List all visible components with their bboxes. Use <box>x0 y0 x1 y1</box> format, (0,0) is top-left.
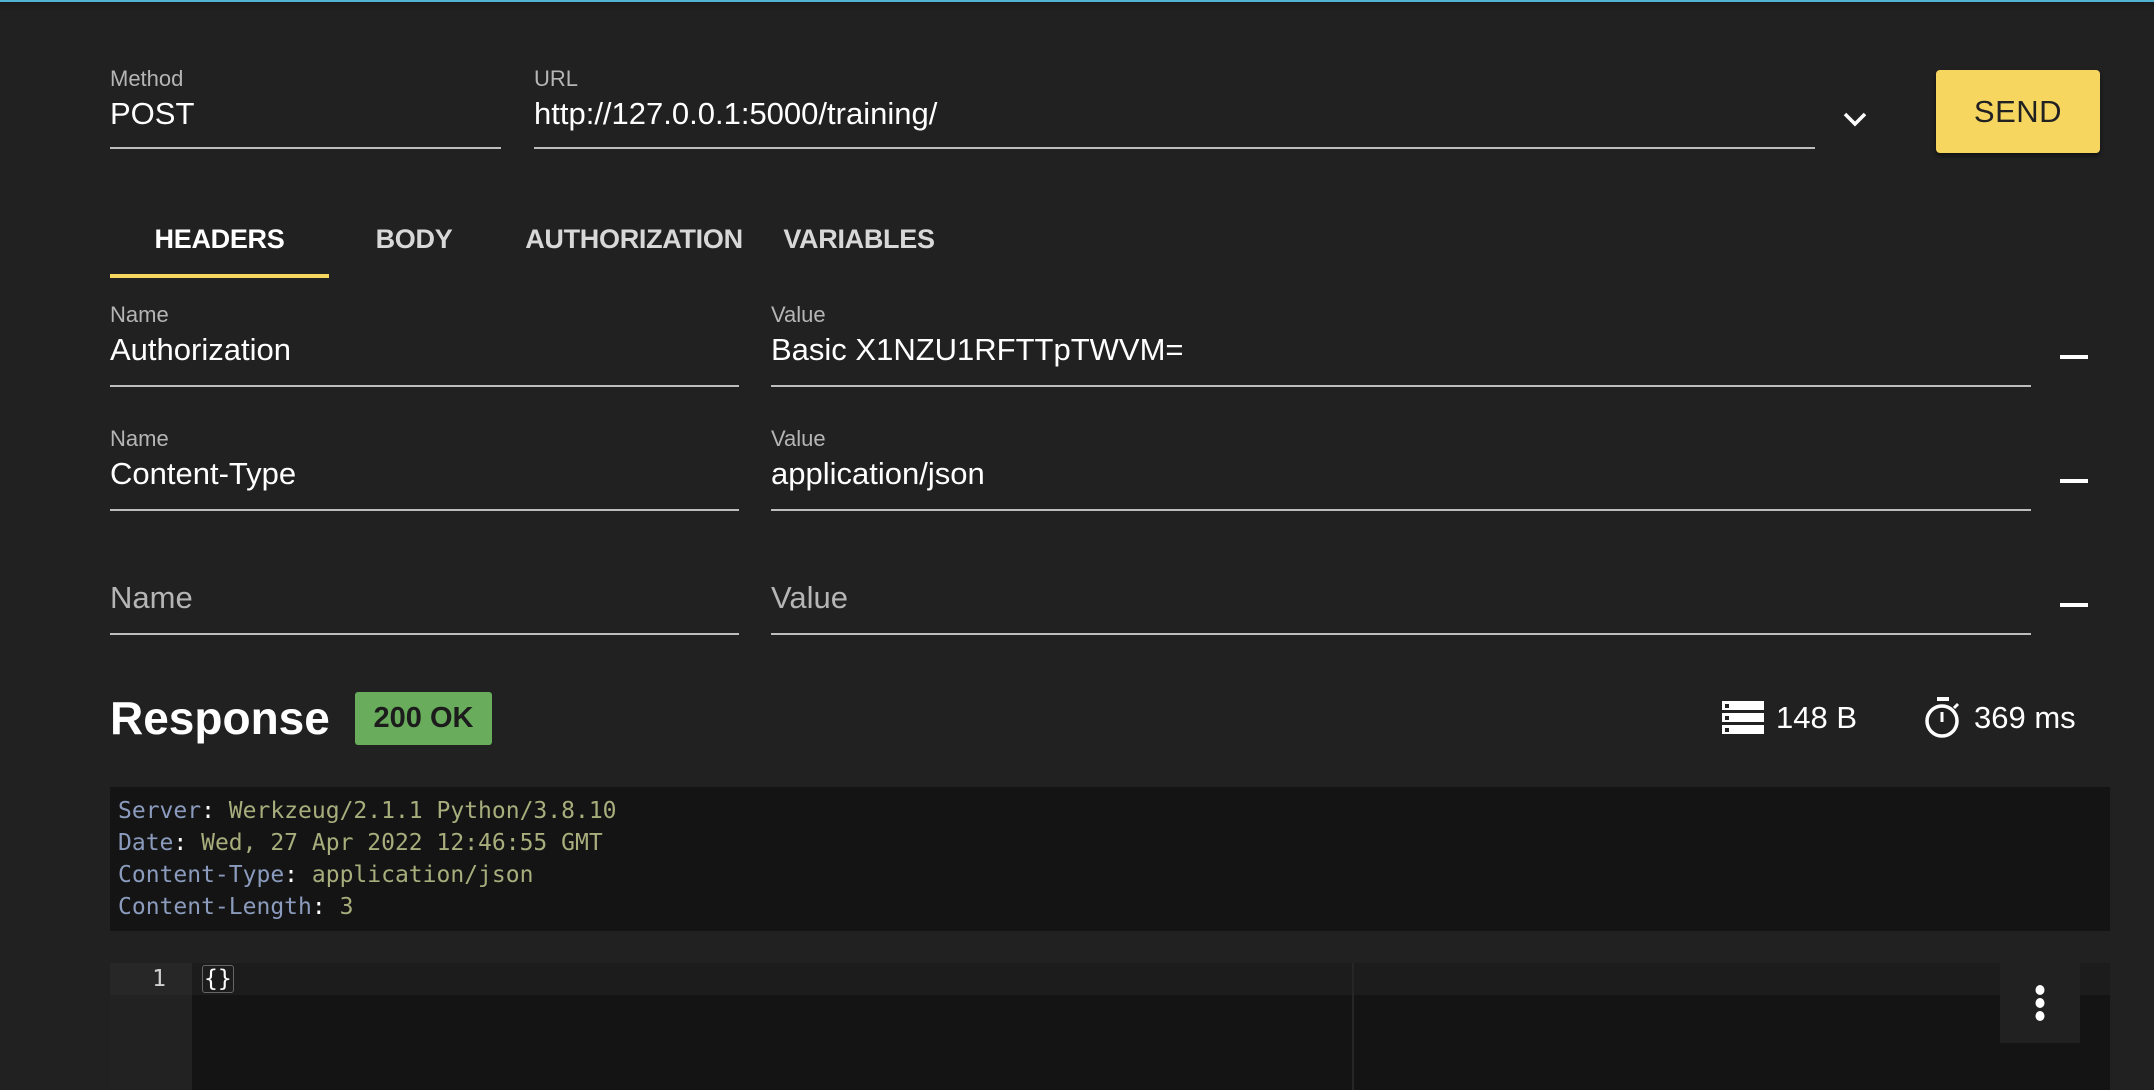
header-name-underline <box>110 509 739 511</box>
response-size-value: 148 B <box>1776 700 1858 735</box>
header-value-label: Value <box>771 426 826 451</box>
response-body-editor[interactable]: 1 {} <box>110 963 2110 1090</box>
tab-headers[interactable]: HEADERS <box>110 200 329 278</box>
request-tabs: HEADERS BODY AUTHORIZATION VARIABLES <box>110 200 949 278</box>
header-value-placeholder[interactable]: Value <box>771 578 2031 618</box>
response-header-line: Content-Type: application/json <box>118 859 2102 891</box>
header-name-label: Name <box>110 426 169 451</box>
url-input[interactable]: http://127.0.0.1:5000/training/ <box>534 94 1815 134</box>
header-key: Content-Length <box>118 894 312 920</box>
header-name-underline <box>110 385 739 387</box>
header-name-field[interactable]: Name <box>110 550 739 640</box>
colon: : <box>311 894 340 920</box>
header-value-underline <box>771 633 2031 635</box>
top-shade <box>0 2 2154 12</box>
colon: : <box>173 830 202 856</box>
header-row-empty: Name Value <box>110 550 2110 650</box>
header-value-underline <box>771 385 2031 387</box>
header-key: Server <box>118 798 202 824</box>
header-value: 3 <box>339 894 354 920</box>
header-name-input[interactable]: Content-Type <box>110 454 739 494</box>
header-row: Name Content-Type Value application/json <box>110 426 2110 526</box>
remove-header-minus-icon[interactable] <box>2055 586 2095 626</box>
colon: : <box>284 862 312 888</box>
tab-variables[interactable]: VARIABLES <box>769 200 949 278</box>
header-value-input[interactable]: Basic X1NZU1RFTTpTWVM= <box>771 330 2031 370</box>
header-value-field[interactable]: Value application/json <box>771 426 2031 516</box>
stopwatch-icon <box>1925 697 1960 738</box>
code-line[interactable]: {} <box>202 963 234 995</box>
response-header-line: Server: Werkzeug/2.1.1 Python/3.8.10 <box>118 795 2102 827</box>
url-history-chevron-down-icon[interactable] <box>1840 108 1870 132</box>
header-row: Name Authorization Value Basic X1NZU1RFT… <box>110 302 2110 402</box>
header-name-input[interactable]: Authorization <box>110 330 739 370</box>
response-header-line: Date: Wed, 27 Apr 2022 12:46:55 GMT <box>118 827 2102 859</box>
storage-icon <box>1722 701 1764 734</box>
remove-header-minus-icon[interactable] <box>2055 462 2095 502</box>
header-value: application/json <box>311 862 534 888</box>
response-header-line: Content-Length: 3 <box>118 891 2102 923</box>
header-name-underline <box>110 633 739 635</box>
method-underline <box>110 147 501 149</box>
tab-body[interactable]: BODY <box>329 200 499 278</box>
header-value-label: Value <box>771 302 826 327</box>
header-value: Wed, 27 Apr 2022 12:46:55 GMT <box>201 830 603 856</box>
active-line-highlight <box>192 963 2110 995</box>
colon: : <box>201 798 229 824</box>
url-label: URL <box>534 66 579 91</box>
method-field[interactable]: Method POST <box>110 66 501 150</box>
header-name-label: Name <box>110 302 169 327</box>
more-vertical-icon <box>2035 985 2045 1021</box>
send-button[interactable]: SEND <box>1936 70 2100 153</box>
response-title: Response <box>110 692 330 744</box>
tab-authorization[interactable]: AUTHORIZATION <box>499 200 769 278</box>
line-number: 1 <box>152 966 166 992</box>
response-size: 148 B <box>1722 698 1857 738</box>
url-underline <box>534 147 1815 149</box>
more-options-button[interactable] <box>2000 963 2080 1043</box>
method-value[interactable]: POST <box>110 94 501 134</box>
status-badge: 200 OK <box>355 692 492 745</box>
header-value-field[interactable]: Value <box>771 550 2031 640</box>
header-name-field[interactable]: Name Authorization <box>110 302 739 392</box>
header-key: Content-Type <box>118 862 285 888</box>
header-value-field[interactable]: Value Basic X1NZU1RFTTpTWVM= <box>771 302 2031 392</box>
header-key: Date <box>118 830 174 856</box>
header-value: Werkzeug/2.1.1 Python/3.8.10 <box>228 798 617 824</box>
code-content: {} <box>202 965 234 993</box>
header-name-field[interactable]: Name Content-Type <box>110 426 739 516</box>
response-headers: Server: Werkzeug/2.1.1 Python/3.8.10 Dat… <box>110 787 2110 931</box>
remove-header-minus-icon[interactable] <box>2055 338 2095 378</box>
print-margin <box>1352 963 1354 1090</box>
response-time-value: 369 ms <box>1974 700 2076 735</box>
header-name-placeholder[interactable]: Name <box>110 578 739 618</box>
method-label: Method <box>110 66 184 91</box>
header-value-input[interactable]: application/json <box>771 454 2031 494</box>
header-value-underline <box>771 509 2031 511</box>
url-field[interactable]: URL http://127.0.0.1:5000/training/ <box>534 66 1815 150</box>
response-time: 369 ms <box>1924 697 2076 738</box>
